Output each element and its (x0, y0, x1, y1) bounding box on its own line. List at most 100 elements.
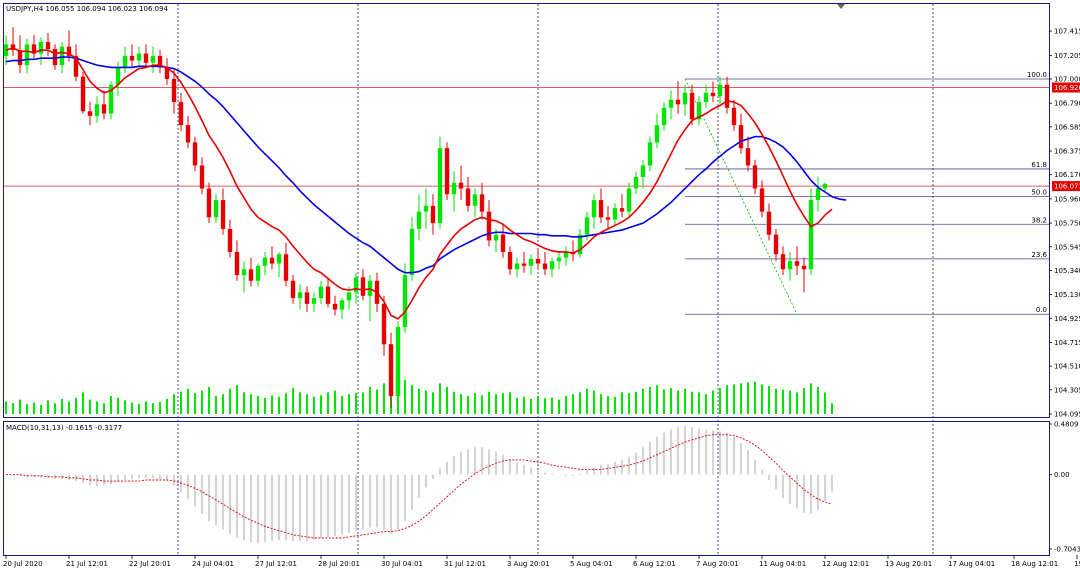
trading-chart[interactable]: 100.0 61.8 50.0 38.2 23.6 0.0 107.415 107.205 1… (0, 0, 1080, 572)
candle-body[interactable] (388, 344, 394, 397)
candle-body[interactable] (451, 182, 457, 195)
candle-body[interactable] (815, 188, 821, 201)
candle-body[interactable] (612, 208, 618, 220)
candle-body[interactable] (395, 326, 401, 397)
candle-body[interactable] (45, 42, 51, 49)
candle-body[interactable] (332, 303, 338, 310)
candle-body[interactable] (472, 194, 478, 206)
candle-body[interactable] (647, 142, 653, 166)
candle-body[interactable] (353, 277, 359, 293)
candle-body[interactable] (150, 55, 156, 63)
candle-body[interactable] (360, 277, 366, 296)
candle-body[interactable] (731, 107, 737, 126)
candle-body[interactable] (346, 292, 352, 301)
candle-body[interactable] (269, 257, 275, 264)
candle-body[interactable] (780, 254, 786, 270)
candle-body[interactable] (52, 48, 58, 66)
candle-body[interactable] (213, 200, 219, 218)
candle-body[interactable] (423, 205, 429, 212)
candle-body[interactable] (136, 53, 142, 61)
candle-body[interactable] (703, 92, 709, 103)
candle-body[interactable] (633, 177, 639, 189)
candle-body[interactable] (101, 104, 107, 114)
candle-body[interactable] (283, 254, 289, 281)
candle-body[interactable] (605, 217, 611, 220)
candle-body[interactable] (668, 99, 674, 108)
candle-body[interactable] (724, 84, 730, 108)
candle-body[interactable] (486, 211, 492, 241)
candle-body[interactable] (206, 188, 212, 218)
candle-body[interactable] (381, 303, 387, 345)
chart-canvas[interactable]: 100.0 61.8 50.0 38.2 23.6 0.0 107.415 107.205 1… (0, 0, 1080, 572)
candle-body[interactable] (598, 200, 604, 218)
candle-body[interactable] (192, 142, 198, 166)
candle-body[interactable] (465, 188, 471, 206)
candle-body[interactable] (654, 125, 660, 143)
candle-body[interactable] (416, 211, 422, 229)
candle-body[interactable] (339, 300, 345, 310)
candle-body[interactable] (479, 194, 485, 212)
candle-body[interactable] (185, 125, 191, 143)
candle-body[interactable] (682, 92, 688, 105)
candle-body[interactable] (444, 148, 450, 195)
candle-body[interactable] (178, 102, 184, 126)
candle-body[interactable] (689, 92, 695, 120)
candle-body[interactable] (521, 263, 527, 266)
candle-body[interactable] (493, 234, 499, 241)
candle-body[interactable] (122, 55, 128, 68)
candle-body[interactable] (549, 261, 555, 270)
candle-body[interactable] (220, 200, 226, 229)
candle-body[interactable] (458, 182, 464, 189)
candle-body[interactable] (59, 46, 65, 66)
candle-body[interactable] (430, 205, 436, 224)
candle-body[interactable] (129, 55, 135, 61)
candle-body[interactable] (500, 234, 506, 252)
candle-body[interactable] (584, 217, 590, 235)
candle-body[interactable] (591, 200, 597, 218)
candle-body[interactable] (535, 258, 541, 264)
candle-body[interactable] (808, 200, 814, 270)
candle-body[interactable] (276, 254, 282, 264)
candle-body[interactable] (766, 211, 772, 235)
candle-body[interactable] (199, 165, 205, 189)
candle-body[interactable] (514, 263, 520, 270)
candle-body[interactable] (801, 265, 807, 270)
candle-body[interactable] (143, 53, 149, 63)
candle-body[interactable] (87, 111, 93, 116)
candle-body[interactable] (507, 251, 513, 270)
candle-body[interactable] (80, 76, 86, 112)
candle-body[interactable] (794, 261, 800, 266)
candle-body[interactable] (325, 286, 331, 304)
candle-body[interactable] (248, 269, 254, 281)
candle-body[interactable] (745, 148, 751, 166)
candle-body[interactable] (297, 292, 303, 299)
candle-body[interactable] (661, 107, 667, 126)
candle-body[interactable] (17, 50, 23, 66)
candle-body[interactable] (311, 298, 317, 304)
candle-body[interactable] (234, 251, 240, 276)
candle-body[interactable] (24, 44, 30, 66)
candle-body[interactable] (542, 263, 548, 270)
candle-body[interactable] (787, 261, 793, 270)
candle-body[interactable] (38, 42, 44, 54)
candle-body[interactable] (304, 292, 310, 304)
candle-body[interactable] (94, 104, 100, 116)
candle-body[interactable] (227, 228, 233, 252)
candle-body[interactable] (752, 165, 758, 189)
candle-body[interactable] (619, 208, 625, 212)
candle-body[interactable] (822, 183, 828, 189)
candle-body[interactable] (318, 286, 324, 299)
candle-body[interactable] (717, 84, 723, 97)
candle-body[interactable] (241, 269, 247, 276)
candle-body[interactable] (675, 99, 681, 105)
candle-body[interactable] (437, 148, 443, 224)
candle-body[interactable] (626, 188, 632, 212)
candle-body[interactable] (262, 257, 268, 266)
candle-body[interactable] (710, 92, 716, 97)
candle-body[interactable] (255, 265, 261, 281)
candle-body[interactable] (290, 280, 296, 299)
candle-body[interactable] (556, 257, 562, 262)
candle-body[interactable] (773, 234, 779, 255)
candle-body[interactable] (738, 125, 744, 149)
candle-body[interactable] (759, 188, 765, 212)
